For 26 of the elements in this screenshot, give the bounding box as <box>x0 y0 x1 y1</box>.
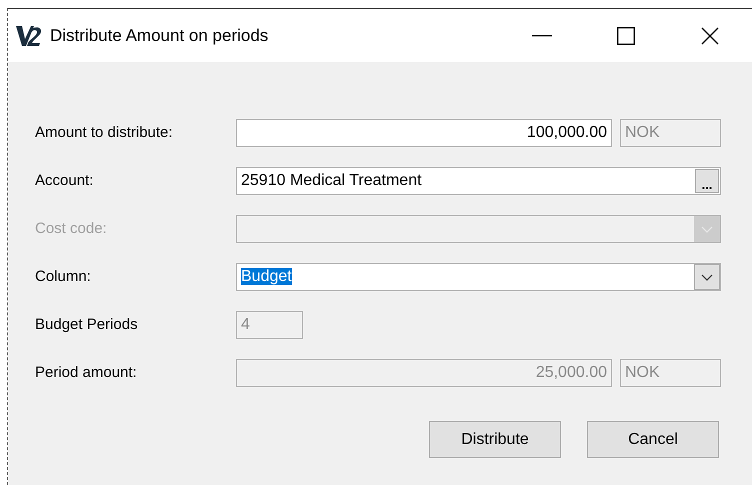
currency-field: NOK <box>620 359 721 387</box>
maximize-icon <box>617 26 635 44</box>
field-value: 25910 Medical Treatment <box>241 172 422 189</box>
close-icon <box>701 26 719 44</box>
currency-field: NOK <box>620 119 721 147</box>
chevron-down-icon <box>701 274 713 280</box>
field-label: Budget Periods <box>35 315 139 335</box>
field-value: 100,000.00 <box>526 124 607 141</box>
dialog-button[interactable]: Distribute <box>429 421 561 458</box>
input-field[interactable]: 100,000.00 <box>236 119 612 147</box>
field-value: 25,000.00 <box>536 364 607 381</box>
field-label: Period amount: <box>35 363 138 383</box>
dialog-button[interactable]: Cancel <box>587 421 719 458</box>
app-logo-icon <box>16 24 42 46</box>
window-title: Distribute Amount on periods <box>50 26 270 46</box>
field-value: 4 <box>241 316 250 333</box>
field-label: Cost code: <box>35 219 108 239</box>
field-label: Column: <box>35 267 92 287</box>
dropdown-field[interactable]: Budget <box>236 263 721 291</box>
input-field[interactable]: 25910 Medical Treatment ... <box>236 167 721 195</box>
chevron-down-icon <box>701 226 713 232</box>
browse-button[interactable]: ... <box>695 169 719 193</box>
field-label: Account: <box>35 171 94 191</box>
minimize-icon <box>532 34 552 36</box>
dropdown-button[interactable] <box>694 264 720 290</box>
field-label: Amount to distribute: <box>35 123 174 143</box>
